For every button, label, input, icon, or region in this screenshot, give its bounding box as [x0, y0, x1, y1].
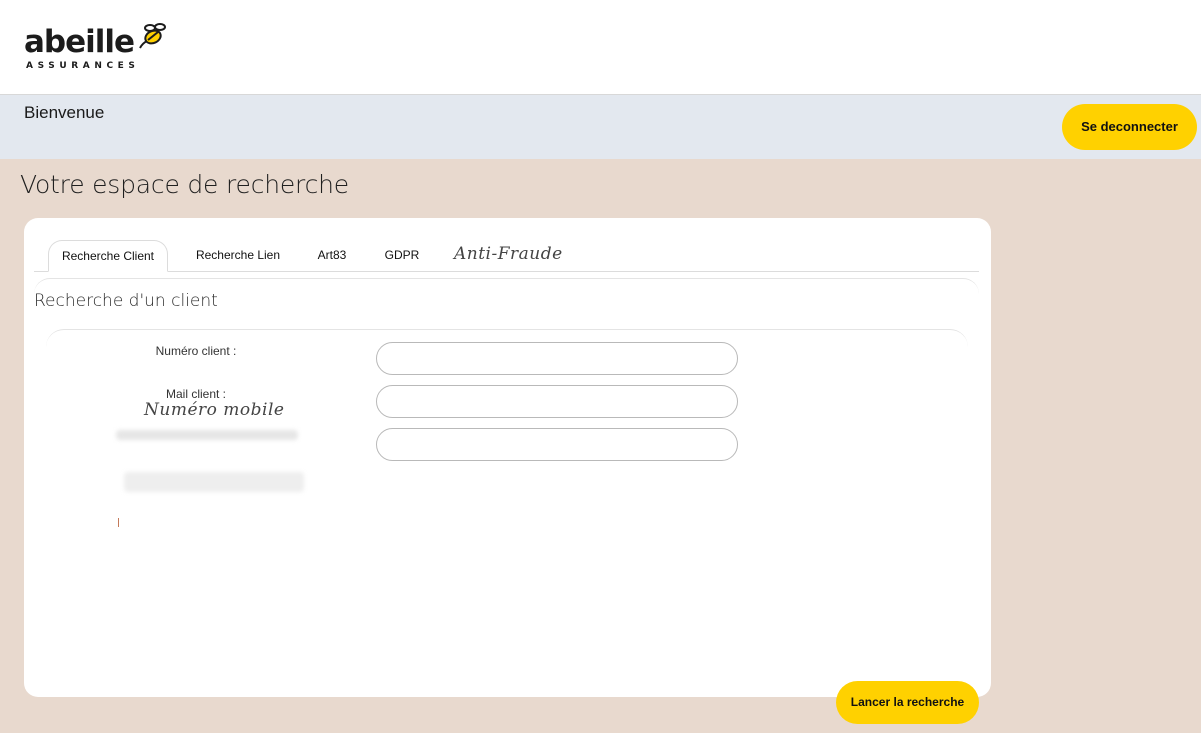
welcome-bar: Bienvenue	[0, 95, 1201, 159]
bee-icon	[139, 23, 166, 49]
page-title: Votre espace de recherche	[20, 170, 349, 199]
tab-bar: Recherche Client Recherche Lien Art83 GD…	[34, 228, 979, 272]
redacted-text	[124, 472, 304, 492]
section-title: Recherche d'un client	[34, 291, 218, 311]
redacted-label	[116, 430, 298, 440]
search-form: Numéro client : Mail client : Numéro mob…	[46, 329, 968, 669]
numero-mobile-input[interactable]	[376, 428, 738, 461]
mail-client-input[interactable]	[376, 385, 738, 418]
welcome-text: Bienvenue	[24, 103, 105, 122]
abeille-logo[interactable]: abeille ASSURANCES	[24, 22, 174, 78]
tab-art83[interactable]: Art83	[310, 240, 354, 272]
tab-recherche-lien[interactable]: Recherche Lien	[186, 240, 290, 272]
lancer-recherche-button[interactable]: Lancer la recherche	[836, 681, 979, 724]
text-caret	[118, 518, 119, 527]
search-panel: Recherche Client Recherche Lien Art83 GD…	[24, 218, 991, 724]
numero-client-input[interactable]	[376, 342, 738, 375]
brand-wordmark: abeille	[24, 24, 135, 60]
client-search-section: Recherche d'un client Numéro client : Ma…	[34, 278, 979, 724]
anti-fraude-annotation: Anti-Fraude	[454, 244, 563, 264]
tab-recherche-client[interactable]: Recherche Client	[48, 240, 168, 272]
tab-gdpr[interactable]: GDPR	[380, 240, 424, 272]
top-header: abeille ASSURANCES	[0, 0, 1201, 95]
mail-client-label: Mail client :	[165, 387, 227, 401]
logout-button[interactable]: Se deconnecter	[1062, 104, 1197, 150]
numero-client-label: Numéro client :	[155, 344, 237, 358]
numero-mobile-annotation: Numéro mobile	[144, 400, 285, 420]
brand-tagline: ASSURANCES	[26, 61, 140, 71]
